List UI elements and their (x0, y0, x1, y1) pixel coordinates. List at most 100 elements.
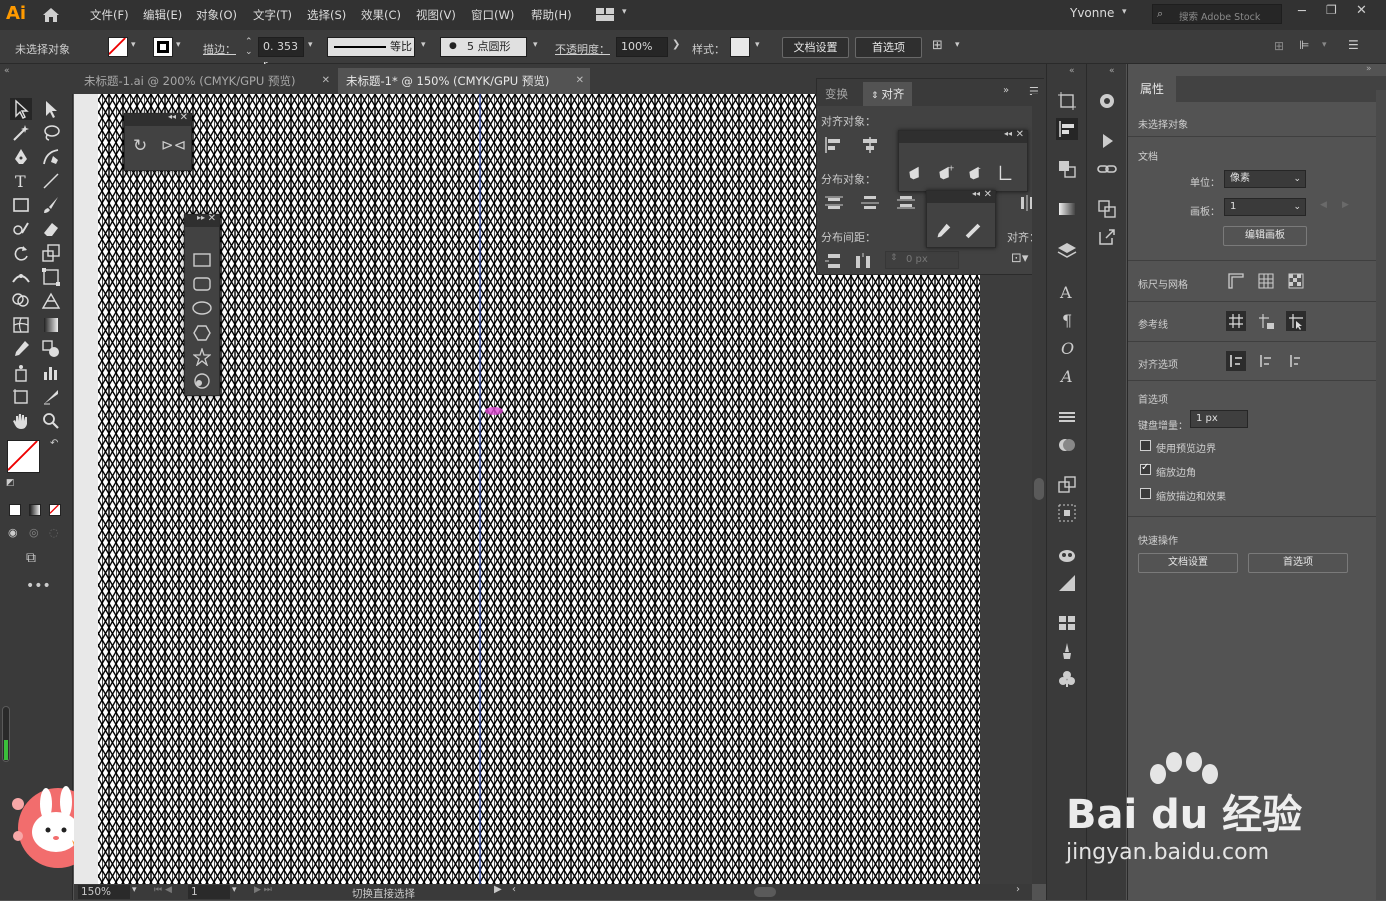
menu-view[interactable]: 视图(V) (416, 7, 456, 23)
opacity-label[interactable]: 不透明度： (555, 41, 610, 57)
horizontal-scrollbar-thumb[interactable] (754, 887, 776, 897)
selection-tool-icon[interactable] (10, 98, 32, 120)
actions-panel-icon[interactable] (1096, 130, 1118, 152)
align-to-selection-icon[interactable]: ⊡▾ (1011, 251, 1028, 266)
tab-document-1[interactable]: 未标题-1.ai @ 200% (CMYK/GPU 预览) ✕ (76, 68, 336, 94)
panel-expand-icon[interactable]: » (1003, 85, 1009, 96)
symbols-panel-icon[interactable] (1056, 544, 1078, 566)
panel-collapse-icon[interactable]: ◂◂ (972, 189, 980, 198)
home-icon[interactable] (40, 5, 62, 25)
pen-icon[interactable] (905, 163, 925, 183)
shaper-tool-icon[interactable] (10, 218, 32, 240)
shape-tools-float-panel[interactable]: ▸▸ ✕ (184, 213, 220, 396)
default-colors-icon[interactable]: ◩ (6, 478, 15, 488)
opacity-arrow-icon[interactable]: ❯ (672, 39, 680, 50)
screen-mode-icon[interactable]: ⧉ (26, 550, 36, 566)
window-restore-icon[interactable]: ❐ (1326, 3, 1337, 17)
workspace-chevron-down-icon[interactable]: ▾ (622, 7, 627, 17)
eraser-tool-icon[interactable] (40, 218, 62, 240)
user-chevron-down-icon[interactable]: ▾ (1122, 7, 1127, 17)
tab-close-icon[interactable]: ✕ (576, 68, 584, 94)
horizontal-align-left-icon[interactable] (823, 135, 845, 155)
menu-select[interactable]: 选择(S) (307, 7, 346, 23)
line-segment-tool-icon[interactable] (40, 170, 62, 192)
artboard-tool-icon[interactable] (10, 386, 32, 408)
vertical-scrollbar[interactable] (1032, 94, 1046, 884)
zoom-level-input[interactable]: 150% (78, 885, 130, 899)
artboard-chevron-down-icon[interactable]: ▾ (232, 885, 237, 895)
horizontal-distribute-space-icon[interactable] (853, 251, 875, 271)
document-setup-button[interactable]: 文档设置 (782, 37, 849, 58)
snap-to-glyph-icon[interactable] (1286, 351, 1306, 371)
fill-chevron-down-icon[interactable]: ▾ (131, 40, 136, 50)
tab-transform[interactable]: 变换 (817, 82, 856, 106)
paragraph-panel-icon[interactable]: ¶ (1056, 308, 1078, 330)
color-mode-icon[interactable] (9, 504, 21, 516)
panel-close-icon[interactable]: ✕ (208, 213, 216, 224)
hand-tool-icon[interactable] (10, 410, 32, 432)
menu-object[interactable]: 对象(O) (196, 7, 237, 23)
profile-chevron-down-icon[interactable]: ▾ (421, 40, 426, 50)
units-select[interactable]: 像素 ⌄ (1224, 170, 1306, 188)
menu-edit[interactable]: 编辑(E) (143, 7, 182, 23)
stroke-panel-icon[interactable] (1056, 406, 1078, 428)
graphic-style-swatch[interactable] (730, 37, 750, 57)
slice-tool-icon[interactable] (40, 386, 62, 408)
tab-properties[interactable]: 属性 (1128, 76, 1176, 102)
zoom-chevron-down-icon[interactable]: ▾ (132, 885, 137, 895)
vertical-scrollbar-thumb[interactable] (1034, 478, 1044, 500)
align-panel-icon[interactable] (1056, 118, 1078, 140)
brush-definition[interactable]: ● 5 点圆形 (440, 37, 527, 57)
links-panel-icon[interactable] (1096, 158, 1118, 180)
eyedropper-float-panel[interactable]: ◂◂ ✕ (926, 189, 996, 248)
keyboard-increment-input[interactable]: 1 px (1190, 410, 1248, 428)
window-minimize-icon[interactable]: ─ (1298, 4, 1306, 19)
type-tool-icon[interactable]: T (10, 170, 32, 192)
add-anchor-point-icon[interactable]: + (935, 163, 955, 183)
transparency-panel-icon[interactable] (1056, 434, 1078, 456)
use-preview-bounds-checkbox[interactable] (1140, 440, 1151, 451)
distribute-panel-icon[interactable] (1056, 502, 1078, 524)
column-graph-tool-icon[interactable] (40, 362, 62, 384)
stroke-swatch[interactable] (153, 37, 173, 57)
scale-tool-icon[interactable] (40, 242, 62, 264)
show-guides-icon[interactable] (1226, 311, 1246, 331)
menu-help[interactable]: 帮助(H) (531, 7, 572, 23)
lasso-tool-icon[interactable] (40, 122, 62, 144)
character-panel-icon[interactable]: A (1056, 280, 1078, 302)
arrange-documents-icon[interactable]: ⊞ (932, 38, 943, 53)
align-to-icon[interactable]: ⊫ (1299, 38, 1309, 52)
lock-guides-icon[interactable] (1256, 311, 1276, 331)
layers-panel-icon[interactable] (1056, 240, 1078, 262)
scale-strokes-checkbox[interactable] (1140, 488, 1151, 499)
menu-file[interactable]: 文件(F) (90, 7, 129, 23)
vertical-distribute-bottom-icon[interactable] (895, 193, 917, 213)
panel-collapse-icon[interactable]: ◂◂ (168, 112, 176, 121)
status-arrow-icon[interactable]: ▶ (494, 884, 502, 895)
snap-to-pixel-icon[interactable] (1256, 351, 1276, 371)
pathfinder-panel-icon[interactable] (1056, 158, 1078, 180)
delete-anchor-point-icon[interactable]: - (965, 163, 985, 183)
show-grid-icon[interactable] (1256, 271, 1276, 291)
shape-builder-tool-icon[interactable] (10, 290, 32, 312)
scroll-right-icon[interactable]: › (1016, 884, 1020, 895)
gradient-mode-icon[interactable] (29, 504, 41, 516)
scroll-left-icon[interactable]: ‹ (512, 884, 516, 895)
properties-scrollbar[interactable] (1376, 90, 1386, 900)
fill-swatch[interactable] (108, 37, 128, 57)
first-artboard-icon[interactable]: ⏮ ◀ (154, 885, 172, 895)
rectangle-shape-icon[interactable] (193, 253, 211, 267)
draw-behind-icon[interactable]: ◎ (29, 526, 39, 539)
edit-toolbar-more-icon[interactable]: ••• (26, 578, 51, 594)
symbol-club-panel-icon[interactable] (1056, 668, 1078, 690)
stroke-stepper[interactable]: ⌃ ⌄ (245, 37, 253, 57)
blend-tool-icon[interactable] (40, 338, 62, 360)
vertical-distribute-space-icon[interactable] (823, 251, 845, 271)
anchor-point-tool-icon[interactable] (995, 163, 1015, 183)
paintbrush-tool-icon[interactable] (40, 194, 62, 216)
workspace-switcher-icon[interactable] (596, 8, 614, 21)
direct-selection-tool-icon[interactable] (40, 98, 62, 120)
scale-corners-checkbox[interactable] (1140, 462, 1151, 475)
eyedropper-tool-icon[interactable] (10, 338, 32, 360)
brush-chevron-down-icon[interactable]: ▾ (533, 40, 538, 50)
